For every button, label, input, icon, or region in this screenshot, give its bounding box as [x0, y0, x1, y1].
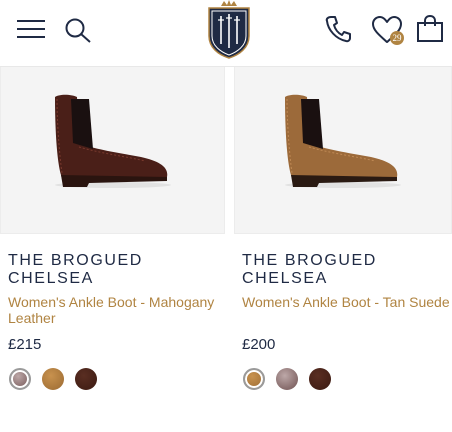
wishlist-count-badge: 29	[390, 31, 404, 45]
product-subtitle[interactable]: Women's Ankle Boot - Tan Suede	[242, 294, 452, 310]
color-swatch-dusty-rose[interactable]	[9, 368, 31, 390]
color-swatch-dusty-rose[interactable]	[276, 368, 298, 390]
chelsea-boot-image	[285, 94, 401, 188]
phone-icon[interactable]	[325, 15, 351, 43]
product-title[interactable]: THE BROGUED CHELSEA	[8, 252, 218, 288]
color-swatch-mahogany[interactable]	[309, 368, 331, 390]
product-price: £215	[8, 336, 42, 353]
color-swatch-tan[interactable]	[42, 368, 64, 390]
product-card[interactable]: THE BROGUED CHELSEA Women's Ankle Boot -…	[0, 66, 225, 390]
product-image[interactable]	[234, 66, 452, 234]
product-title[interactable]: THE BROGUED CHELSEA	[242, 252, 452, 288]
product-card[interactable]: THE BROGUED CHELSEA Women's Ankle Boot -…	[234, 66, 452, 390]
product-price: £200	[242, 336, 276, 353]
shopping-bag-icon[interactable]	[416, 15, 444, 43]
product-image[interactable]	[0, 66, 225, 234]
chelsea-boot-image	[54, 94, 171, 188]
search-icon[interactable]	[64, 17, 92, 43]
hamburger-menu-icon[interactable]	[17, 17, 45, 41]
site-header: 29	[0, 0, 452, 67]
product-subtitle[interactable]: Women's Ankle Boot - Mahogany Leather	[8, 294, 218, 326]
color-swatch-mahogany[interactable]	[75, 368, 97, 390]
shield-crest-logo[interactable]	[205, 0, 253, 60]
color-swatch-tan[interactable]	[243, 368, 265, 390]
